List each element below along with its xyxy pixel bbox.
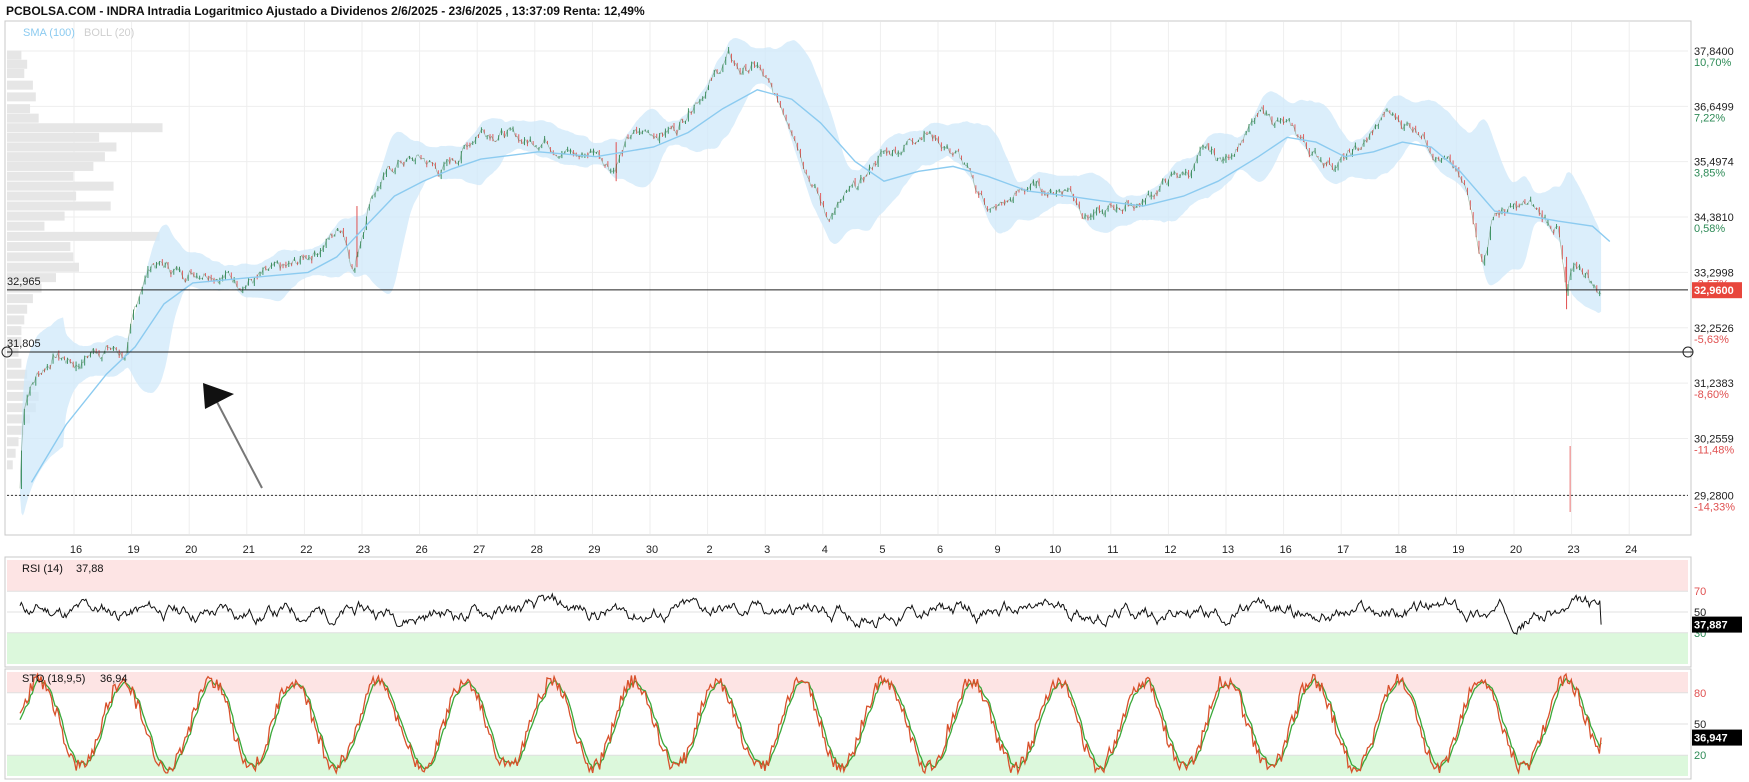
volume-profile-bar [7,252,74,262]
x-tick-label: 9 [995,544,1001,556]
current-price-label: 32,9600 [1694,285,1734,297]
sto-value-text: 36,94 [100,673,128,685]
x-tick-label: 5 [879,544,885,556]
horizontal-line-label: 32,965 [7,276,41,288]
y-tick-pct: 7,22% [1694,112,1725,124]
volume-profile-bar [7,358,22,368]
volume-profile-bar [7,59,28,69]
rsi-value-text: 37,88 [76,563,104,575]
x-tick-label: 21 [243,544,255,556]
volume-profile-bar [7,201,111,211]
volume-profile-bar [7,242,71,252]
x-tick-label: 16 [1279,544,1291,556]
volume-spike [1569,446,1571,512]
x-tick-label: 27 [473,544,485,556]
y-tick-pct: -11,48% [1694,445,1734,457]
y-tick-pct: 3,85% [1694,168,1725,180]
x-tick-label: 24 [1625,544,1637,556]
y-tick-pct: -5,63% [1694,334,1729,346]
x-tick-label: 4 [822,544,828,556]
volume-profile-bar [7,152,105,162]
volume-profile-bar [7,171,74,181]
rsi-badge-label: 37,887 [1694,620,1728,632]
x-tick-label: 20 [1510,544,1522,556]
x-tick-label: 26 [415,544,427,556]
volume-profile-bar [7,211,65,221]
x-tick-label: 22 [300,544,312,556]
volume-profile-bar [7,181,114,191]
x-tick-label: 30 [646,544,658,556]
sto-level-label: 20 [1694,750,1706,762]
volume-profile-bar [7,221,45,231]
x-tick-label: 2 [707,544,713,556]
volume-profile-bar [7,231,160,241]
x-tick-label: 29 [588,544,600,556]
sto-level-label: 80 [1694,688,1706,700]
volume-profile-bar [7,132,100,142]
sto-label: STO (18,9,5) [22,673,85,685]
volume-profile-bar [7,326,22,336]
volume-profile-bar [7,161,94,171]
volume-profile-bar [7,113,39,123]
volume-profile-bar [7,69,25,79]
volume-profile-bar [7,448,16,458]
chart-canvas[interactable]: 32,96531,805 70503037,887 80502036,947 3… [0,0,1749,782]
sto-level-label: 50 [1694,719,1706,731]
x-tick-label: 28 [531,544,543,556]
horizontal-line-label: 31,805 [7,338,41,350]
x-tick-label: 17 [1337,544,1349,556]
x-tick-label: 16 [70,544,82,556]
volume-profile-bar [7,460,13,470]
rsi-overbought-zone [7,560,1688,592]
x-tick-label: 23 [1567,544,1579,556]
x-tick-label: 6 [937,544,943,556]
volume-profile-bar [7,50,22,60]
x-tick-label: 19 [127,544,139,556]
y-tick-pct: -14,33% [1694,501,1735,513]
volume-profile-bar [7,304,28,314]
x-tick-label: 11 [1107,544,1118,556]
legend-sma: SMA (100) [23,27,75,39]
x-tick-label: 12 [1164,544,1176,556]
y-tick-pct: -8,60% [1694,389,1729,401]
y-tick-pct: 0,58% [1694,223,1725,235]
sto-overbought-zone [7,672,1688,693]
x-tick-label: 3 [764,544,770,556]
y-tick-pct: 10,70% [1694,57,1732,69]
sto-badge-label: 36,947 [1694,733,1728,745]
volume-profile-bar [7,262,79,272]
volume-profile-bar [7,123,163,133]
rsi-level-label: 70 [1694,586,1706,598]
volume-profile-bar [7,369,28,379]
volume-profile-bar [7,294,33,304]
rsi-oversold-zone [7,632,1688,664]
rsi-label: RSI (14) [22,563,63,575]
volume-profile-bar [7,437,19,447]
volume-profile-bar [7,104,31,114]
legend-boll: BOLL (20) [84,27,134,39]
x-tick-label: 20 [185,544,197,556]
volume-profile-bar [7,142,117,152]
volume-profile-bar [7,315,25,325]
x-tick-label: 23 [358,544,370,556]
volume-profile-bar [7,191,77,201]
x-tick-label: 19 [1452,544,1464,556]
volume-profile-bar [7,80,33,90]
volume-profile-bar [7,92,36,102]
x-tick-label: 18 [1395,544,1407,556]
x-tick-label: 13 [1222,544,1234,556]
x-tick-label: 10 [1049,544,1061,556]
